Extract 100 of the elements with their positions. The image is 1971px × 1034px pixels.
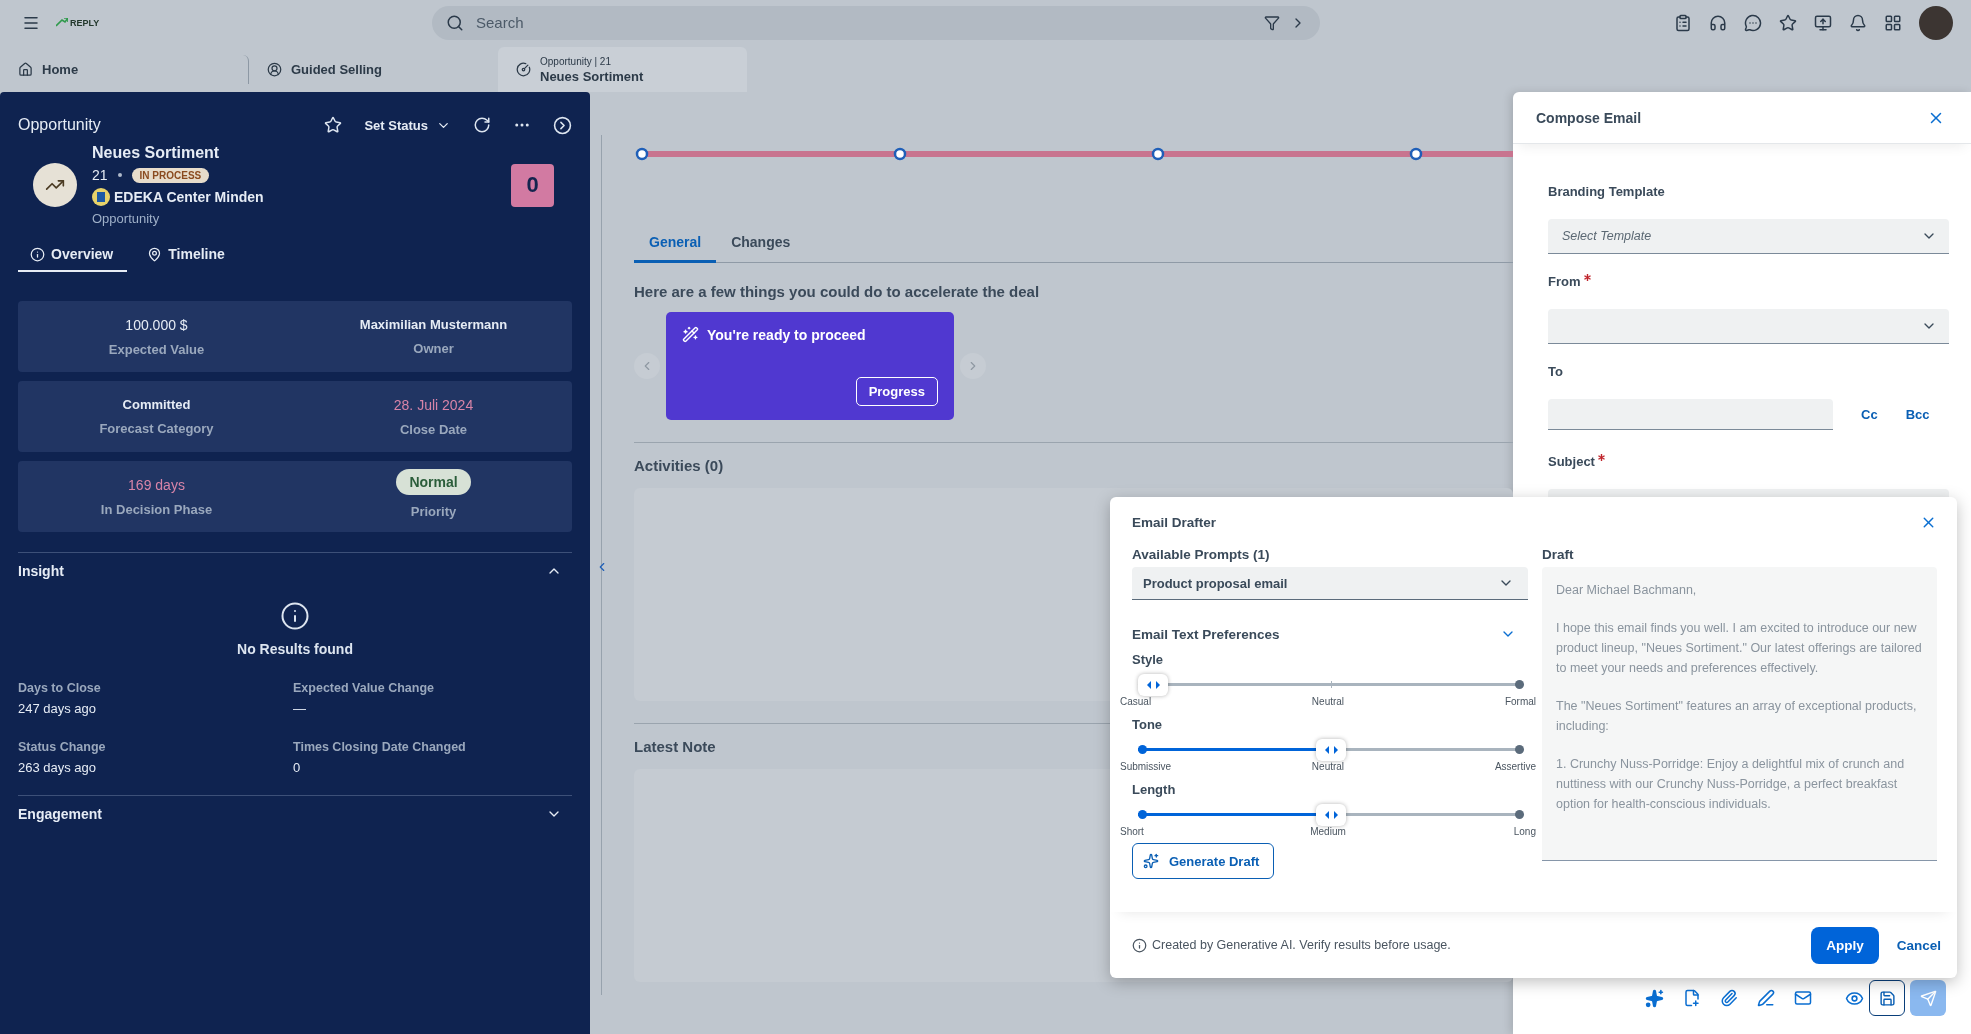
status-tag: IN PROCESS <box>131 167 210 183</box>
draft-field[interactable] <box>1542 567 1937 861</box>
info-icon <box>280 601 310 631</box>
slider-label: Length <box>1132 782 1177 797</box>
grid-icon[interactable] <box>1884 13 1902 32</box>
panel-title: Compose Email <box>1536 109 1642 126</box>
stat-value: 0 <box>293 760 302 775</box>
panel-title: Opportunity <box>18 116 101 134</box>
info-icon <box>1132 937 1147 953</box>
kpi-label: Close Date <box>399 421 468 437</box>
generate-draft-button[interactable]: Generate Draft <box>1132 843 1275 879</box>
magic-wand-icon <box>682 326 699 343</box>
kpi-value: Committed <box>122 397 191 412</box>
priority-tag: Normal <box>396 468 471 495</box>
score-badge: 0 <box>511 163 554 207</box>
notifications-icon[interactable] <box>1849 13 1867 32</box>
search-bar[interactable]: Search <box>432 5 1320 40</box>
sparkle-icon[interactable] <box>1645 988 1664 1008</box>
slider-tick-label: Neutral <box>1310 696 1346 707</box>
refresh-icon[interactable] <box>473 116 491 134</box>
slider-end-dot <box>1515 680 1524 689</box>
empty-message: No Results found <box>237 641 353 657</box>
draft-paragraph: I hope this email finds you well. I am excited to introduce our new product lineup, "Neues Sortiment." Our latest offerings are tailored to meet your needs and preferences effectively. <box>1556 620 1923 677</box>
slider-thumb[interactable] <box>1138 674 1168 696</box>
apply-button[interactable]: Apply <box>1811 926 1879 964</box>
slider-label: Tone <box>1132 717 1164 732</box>
home-icon <box>18 62 33 77</box>
tick-mark <box>1331 681 1332 688</box>
section-title: Insight <box>18 563 64 579</box>
kpi-label: Expected Value <box>108 341 205 357</box>
tab[interactable]: Home <box>0 55 249 84</box>
account-name[interactable]: EDEKA Center Minden <box>114 189 264 205</box>
mail-icon[interactable] <box>1794 989 1812 1007</box>
search-icon <box>446 13 464 32</box>
slider-tick-label: Formal <box>1503 696 1536 707</box>
tab[interactable]: General <box>634 226 717 263</box>
separator-dot <box>117 173 122 177</box>
person-icon <box>267 62 282 77</box>
stat-value: — <box>293 701 307 716</box>
slider-track[interactable] <box>1138 674 1524 696</box>
input-field[interactable] <box>1548 399 1833 430</box>
select-field[interactable]: Select Template <box>1548 219 1949 254</box>
select-field[interactable] <box>1548 309 1949 344</box>
section-title: Activities (0) <box>634 457 724 474</box>
field-label: From <box>1548 274 1949 289</box>
prompt-select[interactable]: Product proposal email <box>1132 567 1528 600</box>
draft-paragraph: The "Neues Sortiment" features an array of exceptional products, including: <box>1556 698 1918 735</box>
link[interactable]: Cc <box>1861 407 1878 422</box>
save-icon <box>1878 989 1896 1007</box>
stat-label: Status Change <box>18 740 107 754</box>
slider-thumb[interactable] <box>1316 804 1346 826</box>
headset-icon[interactable] <box>1709 13 1727 32</box>
slider-start-dot <box>1138 810 1147 819</box>
user-avatar[interactable] <box>1919 5 1953 40</box>
slider-tick-label: Long <box>1512 826 1536 837</box>
clipboard-icon[interactable] <box>1674 13 1692 32</box>
pen-icon[interactable] <box>1757 989 1775 1007</box>
tab[interactable]: Guided Selling <box>249 55 498 84</box>
slider-label: Style <box>1132 652 1165 667</box>
progress-button[interactable]: Progress <box>855 377 938 406</box>
chat-icon[interactable] <box>1744 13 1762 32</box>
search-field[interactable]: Search <box>474 13 1254 32</box>
filter-icon[interactable] <box>1264 14 1280 31</box>
required-icon <box>1583 274 1591 281</box>
kpi-value: Maximilian Mustermann <box>359 317 508 332</box>
save-button[interactable] <box>1869 980 1905 1016</box>
slider-tick-label: Short <box>1120 826 1145 837</box>
kpi-label: Owner <box>413 341 454 356</box>
kpi-label: In Decision Phase <box>100 501 213 517</box>
tab[interactable]: Opportunity | 21 Neues Sortiment <box>498 47 747 92</box>
suggestion-title: You're ready to proceed <box>707 326 866 343</box>
tab[interactable]: Changes <box>716 226 806 263</box>
set-status-button[interactable]: Set Status <box>364 117 451 133</box>
slider-track[interactable] <box>1138 804 1524 826</box>
slider-tick-label: Casual <box>1120 696 1153 707</box>
kpi-value: 169 days <box>128 476 185 493</box>
stat-value: 263 days ago <box>18 760 98 775</box>
kpi-value: 28. Juli 2024 <box>393 396 474 413</box>
kpi-value: 100.000 $ <box>125 316 188 333</box>
sparkle-icon <box>1143 853 1159 869</box>
slider-track[interactable] <box>1138 739 1524 761</box>
cancel-button[interactable]: Cancel <box>1892 937 1945 953</box>
link[interactable]: Bcc <box>1905 407 1930 422</box>
slider-end-dot <box>1515 745 1524 754</box>
field-label: Available Prompts (1) <box>1132 547 1271 562</box>
map-pin-icon <box>147 246 163 262</box>
send-button[interactable] <box>1910 980 1946 1016</box>
star-icon[interactable] <box>1779 13 1797 32</box>
kpi-label: Priority <box>410 503 457 519</box>
slider-tick-label: Submissive <box>1120 761 1173 772</box>
field-label: Subject <box>1548 454 1949 469</box>
slider-thumb[interactable] <box>1316 739 1346 761</box>
send-icon <box>1919 989 1937 1007</box>
tab[interactable]: Timeline <box>135 240 239 272</box>
file-plus-icon[interactable] <box>1683 989 1701 1007</box>
attachment-icon[interactable] <box>1720 989 1738 1007</box>
screen-share-icon[interactable] <box>1814 13 1832 32</box>
tab[interactable]: Overview <box>18 240 128 272</box>
expand-icon[interactable] <box>553 115 572 135</box>
stat-label: Times Closing Date Changed <box>293 740 467 754</box>
